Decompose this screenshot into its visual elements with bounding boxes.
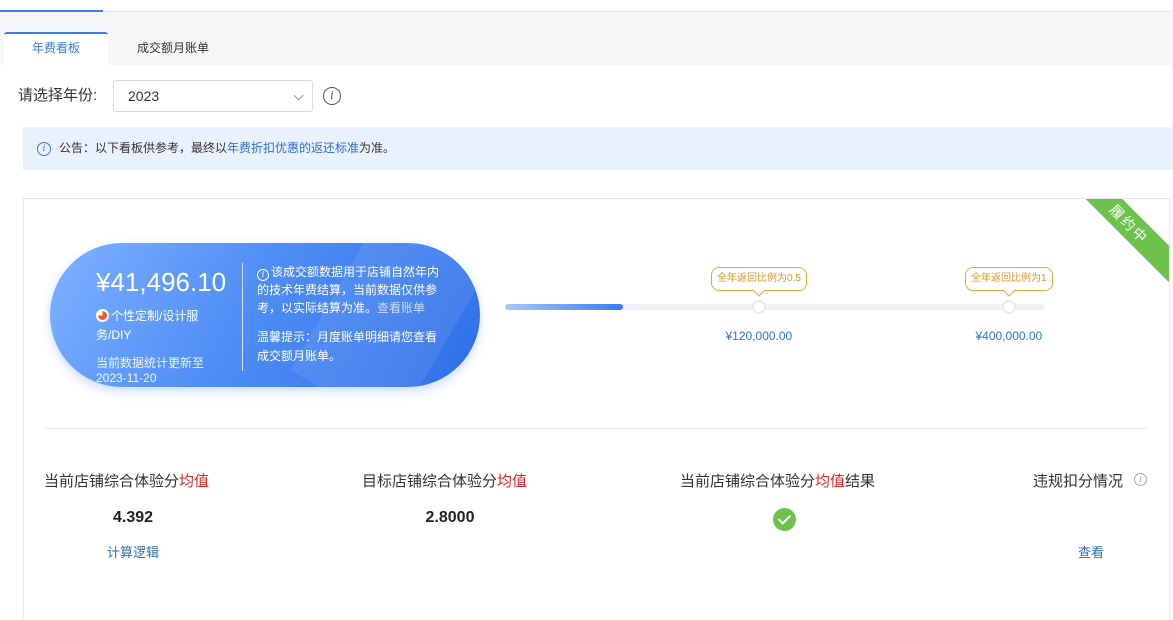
turnover-amount: ¥41,496.10 <box>96 267 227 297</box>
year-select[interactable]: 2023 <box>113 80 313 112</box>
info-icon[interactable]: i <box>1134 473 1147 486</box>
violation-view-link[interactable]: 查看 <box>1061 542 1121 561</box>
chevron-down-icon <box>293 90 304 101</box>
main-content: 请选择年份: 2023 i i 公告：以下看板供参考，最终以年费折扣优惠的返还标… <box>0 65 1173 620</box>
target-avg-title-text: 目标店铺综合体验分 <box>362 473 498 490</box>
notice-banner: i 公告：以下看板供参考，最终以年费折扣优惠的返还标准为准。 <box>23 127 1173 170</box>
top-nav-strip <box>0 0 1173 12</box>
progress-fill <box>505 304 623 310</box>
tab-bar: 年费看板 成交额月账单 <box>0 30 1173 65</box>
milestone-1-amount: ¥120,000.00 <box>725 329 793 343</box>
milestone-1-dot <box>752 300 766 314</box>
milestone-2-bubble: 全年返回比例为1 <box>965 267 1053 291</box>
current-avg-value: 4.392 <box>112 509 154 526</box>
milestone-1-bubble: 全年返回比例为0.5 <box>711 267 807 291</box>
info-icon[interactable]: i <box>323 87 341 105</box>
target-avg-title: 目标店铺综合体验分均值 <box>362 470 527 491</box>
card-divider <box>242 263 243 371</box>
info-icon: i <box>257 269 269 281</box>
view-bill-link[interactable]: 查看账单 <box>377 301 425 315</box>
summary-card: ¥41,496.10 个性定制/设计服务/DIY 当前数据统计更新至 2023-… <box>50 243 480 387</box>
milestone-2-dot <box>1002 300 1016 314</box>
result-title-text: 当前店铺综合体验分 <box>680 473 816 490</box>
tab-monthly-bill[interactable]: 成交额月账单 <box>108 32 238 65</box>
result-title-highlight: 均值 <box>815 473 846 490</box>
info-icon: i <box>37 142 51 156</box>
current-avg-title: 当前店铺综合体验分均值 <box>44 470 209 491</box>
target-avg-value: 2.8000 <box>425 509 475 526</box>
top-nav-active-indicator <box>0 10 103 12</box>
year-label: 请选择年份: <box>18 87 98 104</box>
progress-track <box>505 304 1045 310</box>
milestone-2-amount: ¥400,000.00 <box>975 329 1043 343</box>
status-ribbon: 履约中 <box>1063 199 1169 290</box>
notice-prefix: 公告：以下看板供参考，最终以 <box>59 141 228 155</box>
card-description: i 该成交额数据用于店铺自然年内的技术年费结算，当前数据仅供参考，以实际结算为准。… <box>257 263 447 317</box>
result-title: 当前店铺综合体验分均值结果 <box>680 470 875 491</box>
annual-fee-panel: 履约中 ¥41,496.10 个性定制/设计服务/DIY 当前数据统计更新至 2… <box>23 198 1170 620</box>
notice-link[interactable]: 年费折扣优惠的返还标准 <box>227 141 359 155</box>
notice-suffix: 为准。 <box>359 141 396 155</box>
target-avg-title-highlight: 均值 <box>497 473 528 490</box>
current-avg-title-text: 当前店铺综合体验分 <box>44 473 180 490</box>
result-title-suffix: 结果 <box>845 473 876 490</box>
tab-annual-fee-board[interactable]: 年费看板 <box>4 32 108 65</box>
service-category: 个性定制/设计服务/DIY <box>96 309 199 342</box>
calc-logic-link[interactable]: 计算逻辑 <box>93 542 173 561</box>
current-avg-title-highlight: 均值 <box>179 473 210 490</box>
update-info: 当前数据统计更新至 2023-11-20 <box>96 356 216 386</box>
year-select-value: 2023 <box>128 88 160 104</box>
update-date: 2023-11-20 <box>96 371 157 385</box>
section-divider <box>44 428 1147 429</box>
violation-title: 违规扣分情况 <box>1033 473 1124 490</box>
card-tip: 温馨提示：月度账单明细请您查看成交额月账单。 <box>257 330 438 363</box>
update-label: 当前数据统计更新至 <box>96 356 205 370</box>
check-success-icon <box>773 508 796 531</box>
